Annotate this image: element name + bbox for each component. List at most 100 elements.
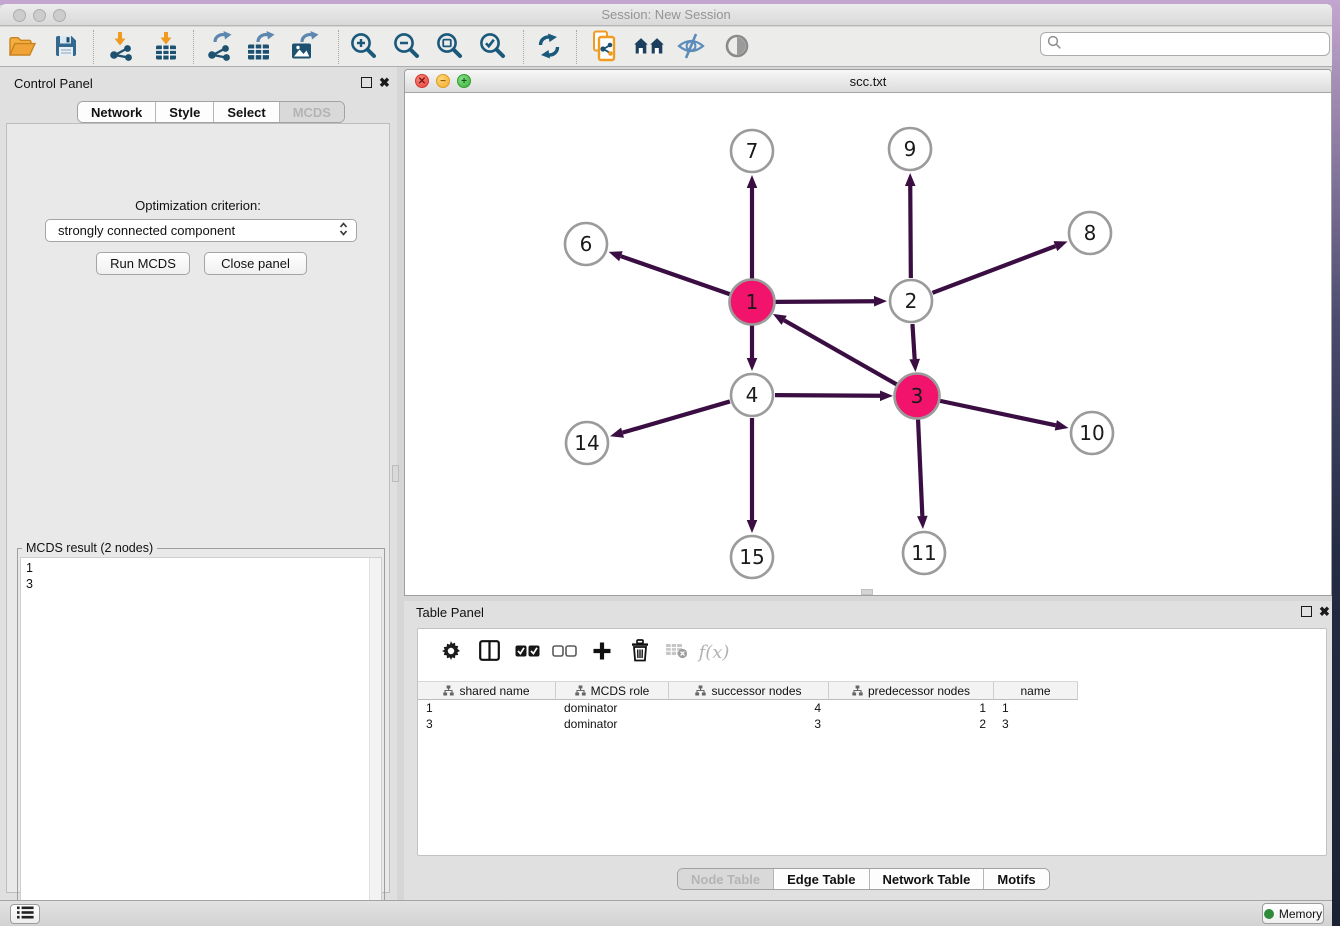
status-bar: Memory bbox=[0, 900, 1332, 926]
mcds-result-textarea[interactable]: 1 3 bbox=[20, 557, 382, 926]
arrowhead bbox=[1054, 241, 1068, 251]
arrowhead bbox=[609, 251, 623, 261]
arrowhead bbox=[880, 390, 893, 401]
node-label-11: 11 bbox=[911, 541, 936, 565]
column-label: predecessor nodes bbox=[868, 684, 970, 698]
zoom-selected-button[interactable] bbox=[475, 31, 509, 63]
table-settings-button[interactable] bbox=[436, 638, 466, 666]
edge-1-2[interactable] bbox=[775, 301, 874, 302]
zoom-in-button[interactable] bbox=[346, 31, 380, 63]
edge-3-1[interactable] bbox=[784, 320, 897, 384]
zoom-in-icon bbox=[348, 31, 378, 64]
tab-mcds[interactable]: MCDS bbox=[279, 102, 344, 122]
tab-network-table[interactable]: Network Table bbox=[869, 869, 984, 889]
column-header-predecessor-nodes[interactable]: predecessor nodes bbox=[829, 682, 994, 700]
network-window-titlebar[interactable]: ✕ − + scc.txt bbox=[405, 70, 1331, 93]
column-header-shared-name[interactable]: shared name bbox=[418, 682, 556, 700]
cell-predecessor-nodes: 2 bbox=[829, 716, 994, 732]
create-column-button[interactable] bbox=[587, 638, 617, 666]
network-file-icon bbox=[591, 30, 619, 65]
control-panel-close-icon[interactable]: ✖ bbox=[379, 77, 390, 88]
edge-2-8[interactable] bbox=[933, 246, 1056, 293]
column-type-icon bbox=[852, 685, 863, 696]
mcds-tab-panel: Optimization criterion: strongly connect… bbox=[6, 123, 390, 893]
select-all-button[interactable] bbox=[512, 638, 542, 666]
arrowhead bbox=[610, 428, 624, 438]
memory-button[interactable]: Memory bbox=[1262, 903, 1324, 924]
column-header-MCDS-role[interactable]: MCDS role bbox=[556, 682, 669, 700]
cytoscape-window: Session: New Session bbox=[0, 4, 1332, 926]
table-row[interactable]: 3dominator323 bbox=[418, 716, 1078, 732]
column-header-successor-nodes[interactable]: successor nodes bbox=[669, 682, 829, 700]
tab-select[interactable]: Select bbox=[213, 102, 278, 122]
refresh-button[interactable] bbox=[532, 31, 566, 63]
node-label-15: 15 bbox=[739, 545, 764, 569]
import-network-icon bbox=[107, 31, 135, 64]
edge-3-11[interactable] bbox=[918, 419, 922, 516]
edge-4-14[interactable] bbox=[623, 401, 730, 432]
delete-column-button[interactable] bbox=[625, 638, 655, 666]
cell-successor-nodes: 4 bbox=[669, 700, 829, 716]
edge-1-6[interactable] bbox=[621, 256, 730, 294]
run-mcds-button[interactable]: Run MCDS bbox=[96, 252, 190, 275]
control-panel-float-icon[interactable] bbox=[361, 77, 372, 88]
search-field[interactable] bbox=[1040, 32, 1330, 56]
arrowhead bbox=[909, 359, 920, 372]
arrowhead bbox=[905, 173, 916, 186]
table-row[interactable]: 1dominator411 bbox=[418, 700, 1078, 716]
memory-status-dot bbox=[1264, 909, 1274, 919]
table-panel-close-icon[interactable]: ✖ bbox=[1319, 606, 1330, 617]
tab-style[interactable]: Style bbox=[155, 102, 213, 122]
criterion-dropdown[interactable]: strongly connected component bbox=[45, 219, 357, 242]
network-canvas[interactable]: 7968124314101511 bbox=[406, 93, 1330, 595]
tab-edge-table[interactable]: Edge Table bbox=[773, 869, 868, 889]
cell-shared-name: 3 bbox=[418, 716, 556, 732]
save-session-button[interactable] bbox=[49, 31, 83, 63]
window-titlebar: Session: New Session bbox=[0, 4, 1332, 26]
node-label-1: 1 bbox=[746, 290, 759, 314]
export-network-button[interactable] bbox=[202, 31, 236, 63]
column-label: MCDS role bbox=[591, 684, 650, 698]
import-network-button[interactable] bbox=[104, 31, 138, 63]
home-view-button[interactable] bbox=[632, 31, 666, 63]
fx-icon: f(x) bbox=[699, 642, 730, 663]
column-label: name bbox=[1020, 684, 1050, 698]
tab-motifs[interactable]: Motifs bbox=[983, 869, 1048, 889]
export-image-button[interactable] bbox=[288, 31, 322, 63]
column-label: successor nodes bbox=[711, 684, 801, 698]
canvas-scroll-thumb[interactable] bbox=[861, 589, 873, 595]
export-table-button[interactable] bbox=[244, 31, 278, 63]
result-scrollbar[interactable] bbox=[369, 558, 381, 926]
panel-splitter-handle[interactable] bbox=[392, 465, 399, 482]
control-panel-tabs: NetworkStyleSelectMCDS bbox=[77, 101, 345, 123]
criterion-value: strongly connected component bbox=[58, 223, 339, 238]
hide-graphics-button[interactable] bbox=[674, 31, 708, 63]
edge-2-3[interactable] bbox=[912, 324, 914, 359]
table-panel-float-icon[interactable] bbox=[1301, 606, 1312, 617]
table-panel-title: Table Panel bbox=[416, 605, 484, 620]
import-table-button[interactable] bbox=[149, 31, 183, 63]
mcds-result-title: MCDS result (2 nodes) bbox=[22, 541, 157, 555]
deselect-all-button[interactable] bbox=[549, 638, 579, 666]
checked-boxes-icon bbox=[515, 645, 540, 660]
task-history-button[interactable] bbox=[10, 904, 40, 924]
new-network-from-file-button[interactable] bbox=[588, 31, 622, 63]
open-session-button[interactable] bbox=[5, 31, 39, 63]
search-input[interactable] bbox=[1066, 37, 1329, 51]
zoom-out-button[interactable] bbox=[389, 31, 423, 63]
edge-2-9[interactable] bbox=[910, 186, 911, 278]
close-panel-button[interactable]: Close panel bbox=[204, 252, 307, 275]
cell-name: 1 bbox=[994, 700, 1078, 716]
edge-3-10[interactable] bbox=[940, 401, 1056, 426]
gear-icon bbox=[441, 641, 461, 664]
open-folder-icon bbox=[9, 35, 36, 60]
export-network-icon bbox=[205, 31, 233, 64]
show-columns-button[interactable] bbox=[474, 638, 504, 666]
zoom-fit-button[interactable] bbox=[432, 31, 466, 63]
column-header-name[interactable]: name bbox=[994, 682, 1078, 700]
edge-4-3[interactable] bbox=[775, 395, 880, 396]
show-graphics-button[interactable] bbox=[720, 31, 754, 63]
tab-node-table[interactable]: Node Table bbox=[678, 869, 773, 889]
tab-network[interactable]: Network bbox=[78, 102, 155, 122]
columns-icon bbox=[479, 640, 500, 664]
